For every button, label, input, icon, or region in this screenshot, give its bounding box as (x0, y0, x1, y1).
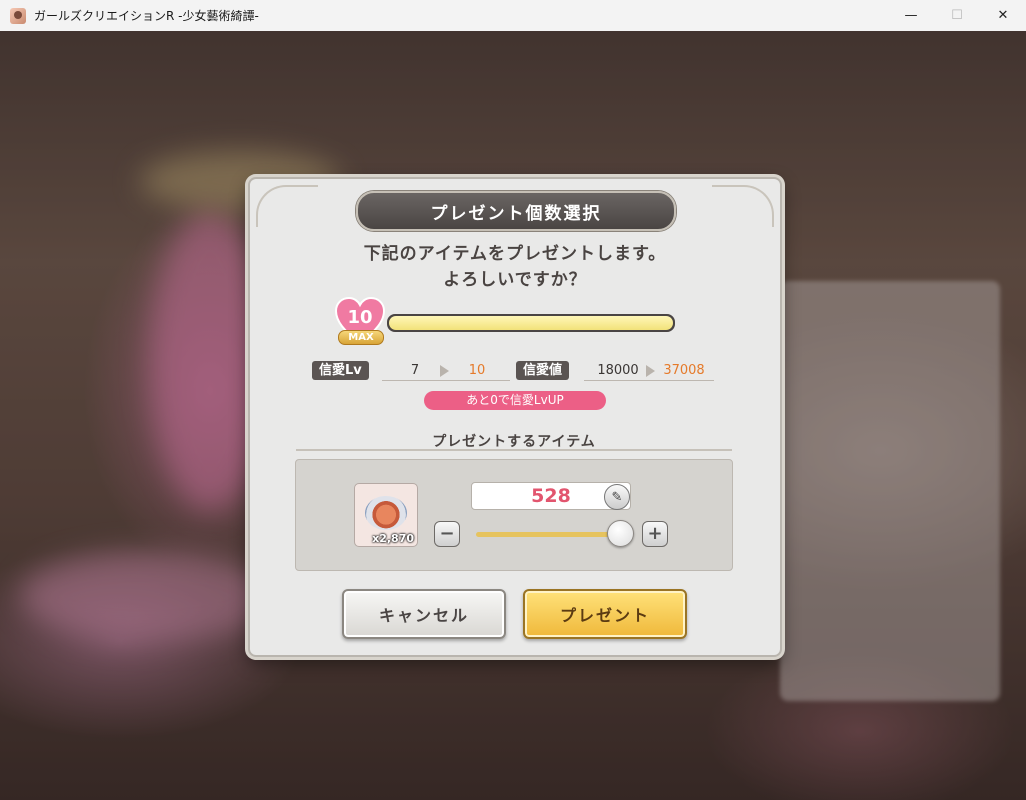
close-button[interactable]: ✕ (980, 0, 1026, 31)
present-quantity-dialog: プレゼント個数選択 下記のアイテムをプレゼントします。 よろしいですか？ 10 … (248, 177, 782, 657)
points-current: 18000 (597, 363, 639, 378)
level-next: 10 (468, 363, 486, 378)
owned-count: x2,870 (372, 532, 414, 545)
affection-heart-icon: 10 MAX (334, 296, 386, 345)
section-heading: プレゼントするアイテム (432, 434, 596, 450)
level-underline (382, 380, 510, 381)
ornament-left (256, 185, 318, 227)
levelup-note: あと0で信愛LvUP (424, 391, 606, 410)
level-label: 信愛Lv (312, 361, 369, 380)
quantity-slider-knob[interactable] (607, 520, 634, 547)
points-label: 信愛値 (516, 361, 570, 380)
edit-quantity-button[interactable]: ✎ (604, 484, 630, 510)
affection-gauge-fill (389, 316, 673, 330)
max-badge: MAX (338, 330, 384, 345)
decrement-button[interactable]: − (434, 521, 460, 547)
message-line-2: よろしいですか？ (443, 270, 587, 290)
maximize-button[interactable]: ☐ (934, 0, 980, 31)
window-controls: — ☐ ✕ (888, 0, 1026, 31)
dish-image (365, 496, 407, 530)
window-titlebar: ガールズクリエイションR -少女藝術綺譚- — ☐ ✕ (0, 0, 1026, 32)
app-icon (10, 7, 26, 24)
quantity-slider-track[interactable] (476, 532, 626, 537)
section-divider (296, 449, 732, 451)
ornament-right (712, 185, 774, 227)
points-next: 37008 (663, 363, 705, 378)
message-line-1: 下記のアイテムをプレゼントします。 (363, 244, 667, 264)
increment-button[interactable]: + (642, 521, 668, 547)
cancel-button[interactable]: キャンセル (342, 589, 506, 639)
level-current: 7 (410, 363, 420, 378)
dialog-title: プレゼント個数選択 (356, 191, 676, 231)
item-panel: x2,870 528 ✎ − + (295, 459, 733, 571)
points-arrow-icon (646, 365, 655, 377)
affection-level-badge: 10 (347, 307, 373, 328)
window-title: ガールズクリエイションR -少女藝術綺譚- (34, 9, 259, 23)
food-dish-icon: x2,870 (354, 483, 418, 547)
present-button[interactable]: プレゼント (523, 589, 687, 639)
points-underline (584, 380, 714, 381)
affection-stats: 信愛Lv 7 10 信愛値 18000 37008 (312, 361, 722, 381)
minimize-button[interactable]: — (888, 0, 934, 31)
level-arrow-icon (440, 365, 449, 377)
confirm-message: 下記のアイテムをプレゼントします。 よろしいですか？ (250, 241, 780, 293)
affection-gauge (387, 314, 675, 332)
